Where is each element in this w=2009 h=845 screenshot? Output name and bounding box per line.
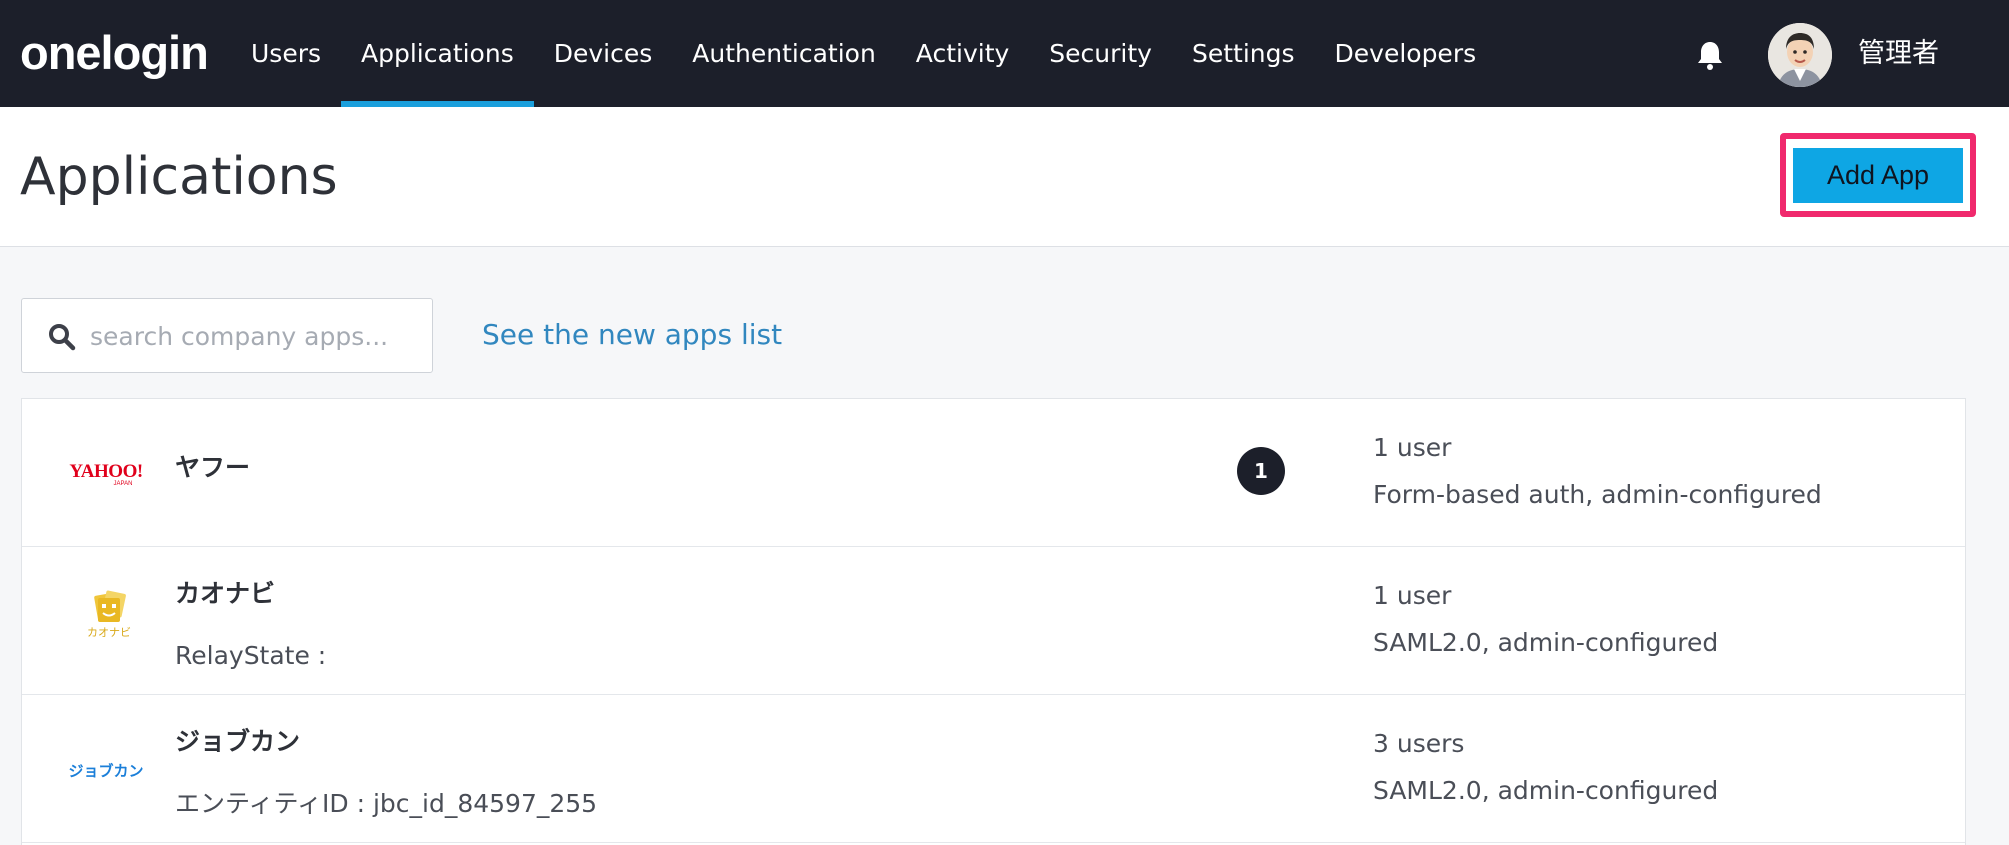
nav-item-settings[interactable]: Settings (1172, 0, 1315, 107)
svg-text:JAPAN: JAPAN (114, 481, 133, 487)
nav-item-authentication[interactable]: Authentication (672, 0, 896, 107)
new-apps-list-link[interactable]: See the new apps list (482, 317, 782, 353)
app-row-kaonavi[interactable]: カオナビ カオナビ RelayState : 1 user SAML2.0, a… (22, 547, 1965, 695)
page-header: Applications Add App (0, 107, 2009, 247)
user-avatar[interactable] (1768, 23, 1832, 87)
app-auth-type: SAML2.0, admin-configured (1373, 776, 1719, 805)
app-name: カオナビ (175, 579, 276, 608)
jobcan-logo: ジョブカン (66, 734, 146, 804)
page-title: Applications (20, 147, 338, 207)
nav-item-users[interactable]: Users (231, 0, 341, 107)
app-row-yahoo[interactable]: YAHOO! JAPAN ヤフー 1 1 user Form-based aut… (22, 399, 1965, 547)
app-count-badge: 1 (1237, 447, 1285, 495)
top-navigation-bar: onelogin Users Applications Devices Auth… (0, 0, 2009, 107)
app-list: YAHOO! JAPAN ヤフー 1 1 user Form-based aut… (21, 398, 1966, 845)
app-name: ジョブカン (175, 727, 301, 756)
app-description: エンティティID : jbc_id_84597_255 (175, 789, 598, 818)
app-name: ヤフー (175, 453, 251, 482)
search-box[interactable] (21, 298, 433, 373)
app-user-count: 3 users (1373, 729, 1465, 758)
nav-item-security[interactable]: Security (1029, 0, 1172, 107)
onelogin-logo[interactable]: onelogin (20, 26, 209, 80)
nav-item-applications[interactable]: Applications (341, 0, 534, 107)
app-auth-type: SAML2.0, admin-configured (1373, 628, 1719, 657)
nav-item-devices[interactable]: Devices (534, 0, 673, 107)
search-icon (48, 323, 76, 351)
nav-item-developers[interactable]: Developers (1315, 0, 1497, 107)
app-user-count: 1 user (1373, 433, 1452, 462)
bell-icon[interactable] (1696, 40, 1724, 70)
app-auth-type: Form-based auth, admin-configured (1373, 480, 1822, 509)
nav-item-activity[interactable]: Activity (896, 0, 1030, 107)
svg-text:YAHOO!: YAHOO! (69, 461, 142, 482)
app-description: RelayState : (175, 641, 327, 670)
yahoo-japan-logo: YAHOO! JAPAN (66, 438, 146, 508)
username-menu[interactable]: 管理者 (1858, 36, 1939, 72)
kaonavi-logo: カオナビ (66, 586, 146, 656)
svg-text:カオナビ: カオナビ (87, 626, 131, 639)
search-input[interactable] (90, 311, 420, 361)
main-nav: Users Applications Devices Authenticatio… (231, 0, 1496, 107)
app-user-count: 1 user (1373, 581, 1452, 610)
app-row-jobcan[interactable]: ジョブカン ジョブカン エンティティID : jbc_id_84597_255 … (22, 695, 1965, 843)
svg-text:ジョブカン: ジョブカン (68, 762, 143, 780)
add-app-button[interactable]: Add App (1793, 148, 1963, 203)
